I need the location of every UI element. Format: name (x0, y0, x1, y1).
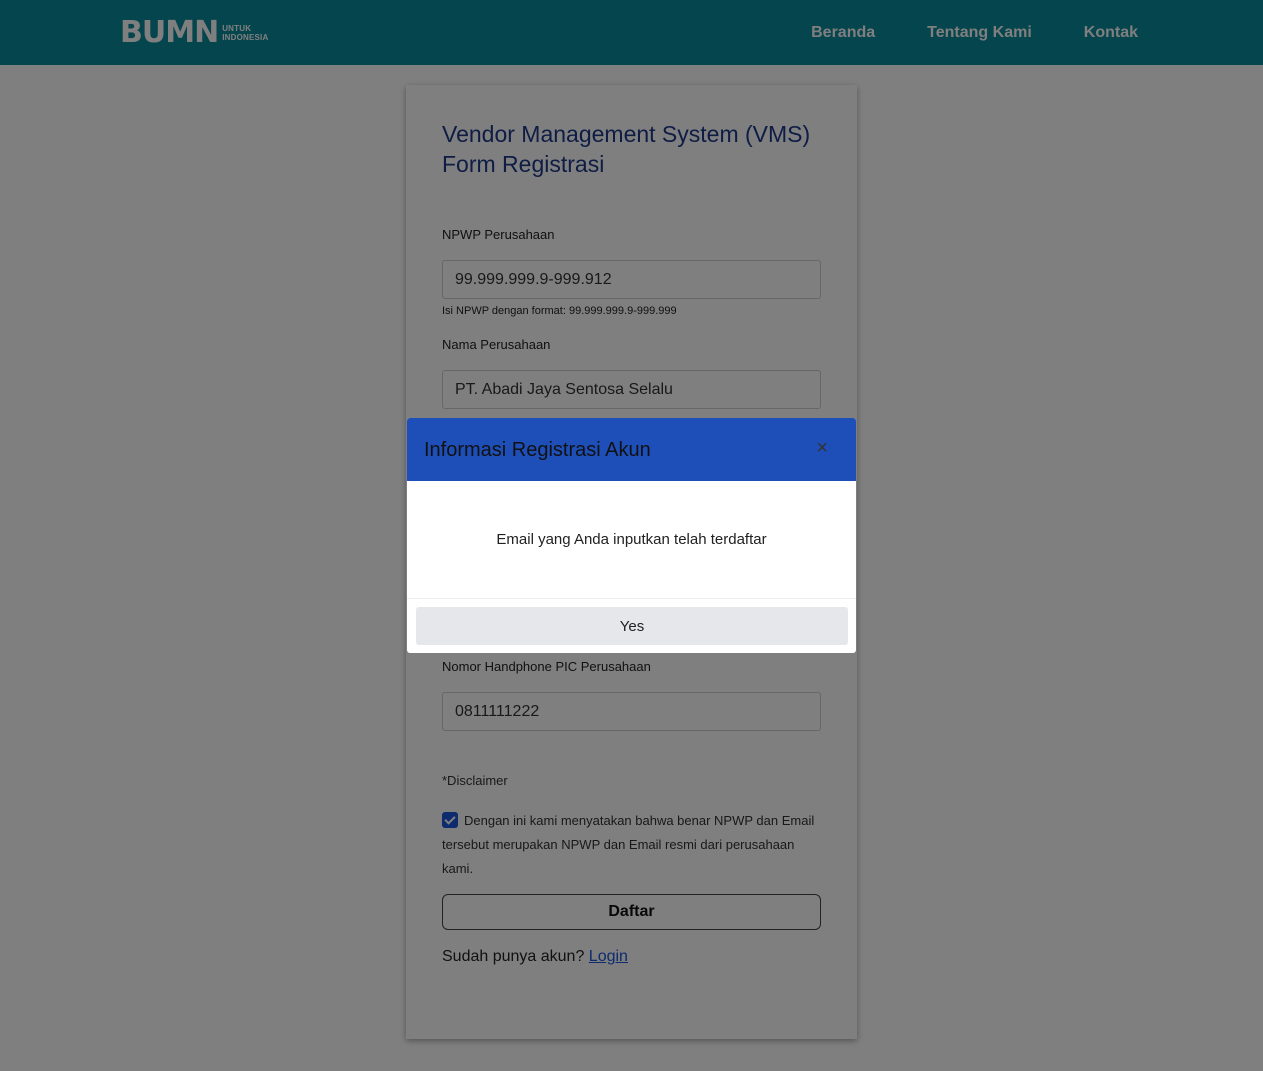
modal-header: Informasi Registrasi Akun × (407, 418, 856, 481)
modal-body: Email yang Anda inputkan telah terdaftar (407, 481, 856, 598)
yes-button[interactable]: Yes (416, 607, 848, 645)
modal-title: Informasi Registrasi Akun (424, 439, 651, 461)
close-icon[interactable]: × (816, 438, 828, 458)
modal-message: Email yang Anda inputkan telah terdaftar (496, 531, 767, 548)
registration-info-modal: Informasi Registrasi Akun × Email yang A… (407, 418, 856, 653)
modal-footer: Yes (407, 598, 856, 653)
